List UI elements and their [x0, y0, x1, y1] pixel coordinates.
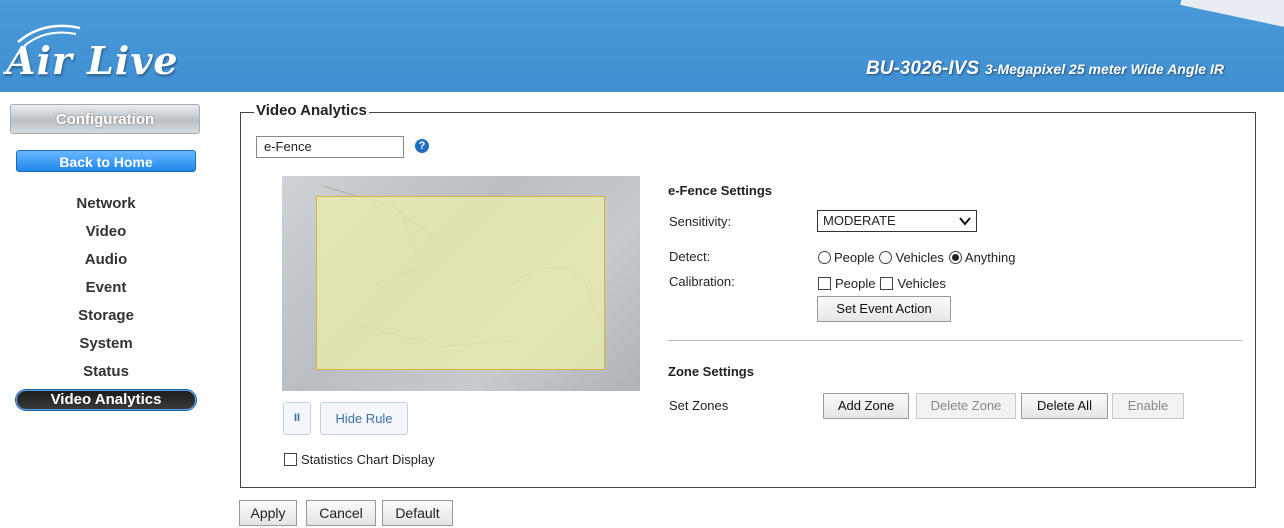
calibration-options: People Vehicles: [818, 276, 946, 291]
cancel-button[interactable]: Cancel: [306, 500, 376, 526]
detect-vehicles-label: Vehicles: [895, 250, 944, 265]
sidebar-item-system[interactable]: System: [16, 334, 196, 362]
sidebar-item-network[interactable]: Network: [16, 194, 196, 222]
sidebar-item-audio[interactable]: Audio: [16, 250, 196, 278]
calibration-label: Calibration:: [669, 274, 735, 289]
model-title: BU-3026-IVS 3-Megapixel 25 meter Wide Ang…: [866, 58, 1224, 80]
calibration-people-checkbox[interactable]: [818, 277, 831, 290]
back-to-home-button[interactable]: Back to Home: [16, 150, 196, 172]
configuration-button[interactable]: Configuration: [10, 104, 200, 134]
sensitivity-label: Sensitivity:: [669, 214, 732, 229]
detect-anything-radio[interactable]: [948, 251, 962, 264]
calibration-people-label: People: [835, 276, 876, 291]
detect-label: Detect:: [669, 249, 711, 264]
zone-settings-title: Zone Settings: [668, 364, 754, 379]
sidebar-item-status[interactable]: Status: [16, 362, 196, 390]
pause-button[interactable]: II: [283, 402, 311, 435]
hide-rule-button[interactable]: Hide Rule: [320, 402, 408, 435]
detect-people-label: People: [834, 250, 875, 265]
calibration-vehicles-label: Vehicles: [897, 276, 946, 291]
calibration-vehicles-checkbox[interactable]: [880, 277, 894, 290]
detection-zone-overlay[interactable]: [316, 196, 605, 370]
help-icon[interactable]: ?: [415, 139, 429, 153]
statistics-label: Statistics Chart Display: [301, 452, 435, 467]
analytics-mode-field[interactable]: e-Fence: [256, 136, 404, 158]
delete-zone-button[interactable]: Delete Zone: [916, 393, 1016, 419]
chevron-down-icon: [959, 217, 971, 226]
default-button[interactable]: Default: [382, 500, 453, 526]
detect-people-radio[interactable]: [818, 251, 831, 264]
add-zone-button[interactable]: Add Zone: [823, 393, 909, 419]
video-preview: [282, 176, 640, 391]
header-corner-decoration: [1180, 0, 1284, 35]
sidebar-item-video-analytics[interactable]: Video Analytics: [16, 390, 196, 410]
set-event-action-button[interactable]: Set Event Action: [817, 296, 951, 322]
section-divider: [668, 340, 1242, 341]
model-name: BU-3026-IVS: [866, 58, 979, 79]
sidebar-item-event[interactable]: Event: [16, 278, 196, 306]
sidebar-nav: Network Video Audio Event Storage System…: [16, 194, 196, 410]
enable-button[interactable]: Enable: [1112, 393, 1184, 419]
sensitivity-value: MODERATE: [823, 213, 896, 228]
detect-options: People Vehicles Anything: [818, 250, 1016, 265]
model-description: 3-Megapixel 25 meter Wide Angle IR: [985, 61, 1224, 77]
detect-anything-label: Anything: [964, 250, 1016, 265]
statistics-checkbox[interactable]: [284, 453, 297, 466]
sensitivity-select[interactable]: MODERATE: [817, 210, 977, 232]
sidebar-item-storage[interactable]: Storage: [16, 306, 196, 334]
delete-all-button[interactable]: Delete All: [1021, 393, 1108, 419]
sidebar-item-video[interactable]: Video: [16, 222, 196, 250]
efence-settings-title: e-Fence Settings: [668, 183, 773, 198]
detect-vehicles-radio[interactable]: [879, 251, 893, 264]
header-banner: Air Live BU-3026-IVS 3-Megapixel 25 meter…: [0, 0, 1284, 92]
set-zones-label: Set Zones: [669, 398, 729, 413]
apply-button[interactable]: Apply: [239, 500, 297, 526]
statistics-chart-option[interactable]: Statistics Chart Display: [284, 452, 435, 467]
section-title: Video Analytics: [254, 102, 369, 119]
airlive-logo: Air Live: [6, 38, 179, 83]
